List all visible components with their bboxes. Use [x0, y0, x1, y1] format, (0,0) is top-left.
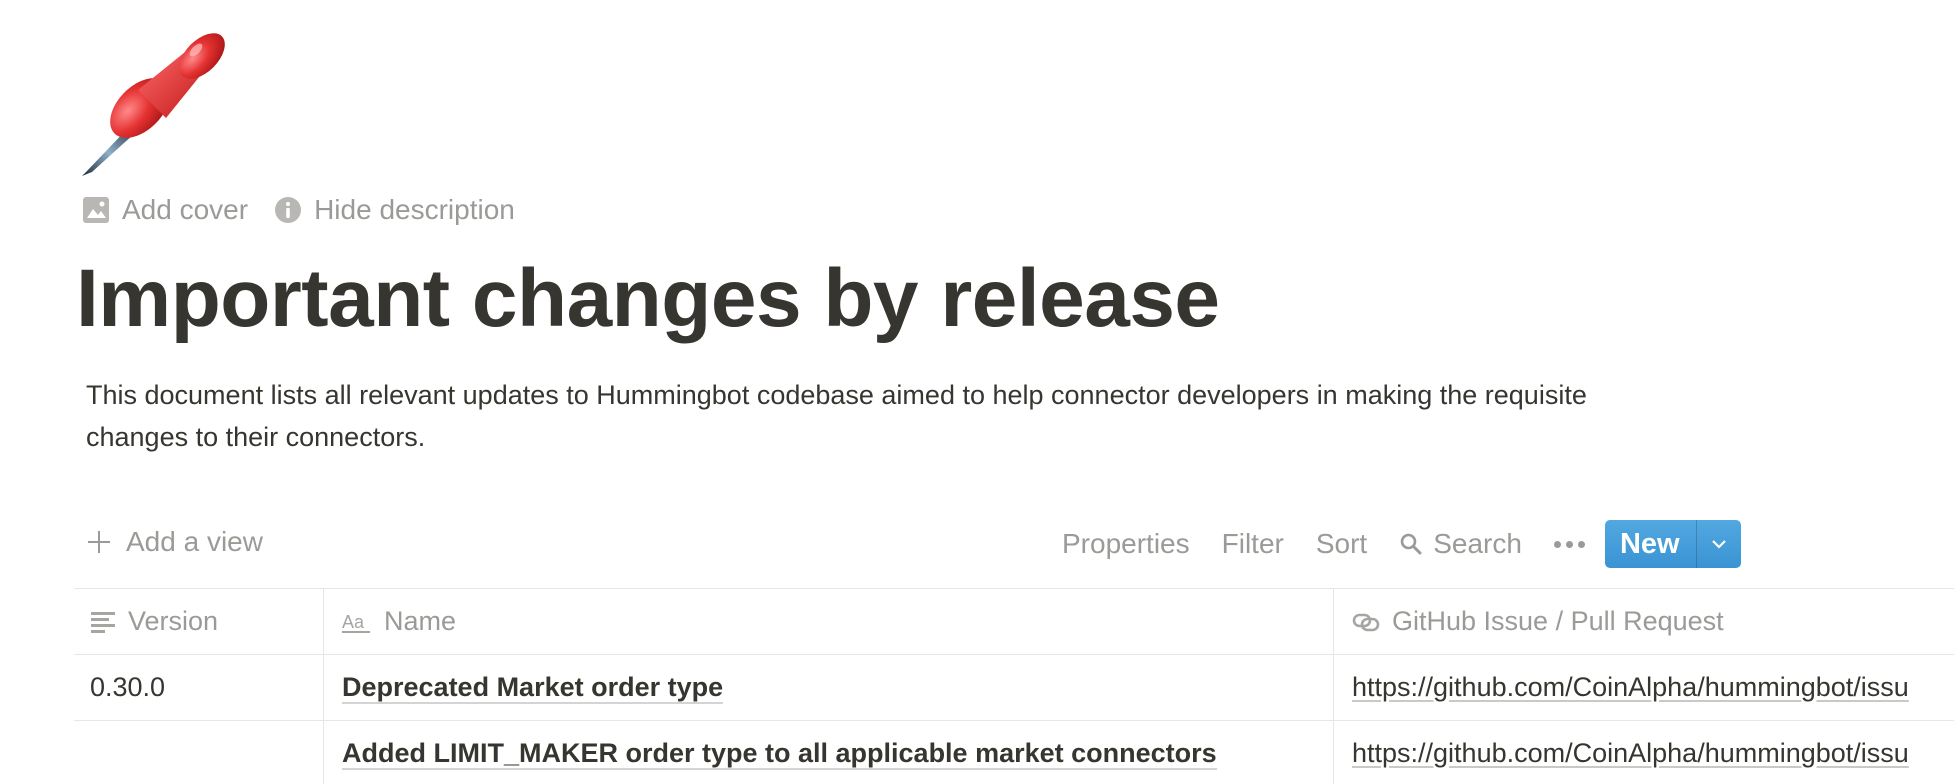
column-header-version[interactable]: Version: [74, 589, 324, 654]
github-url-link[interactable]: https://github.com/CoinAlpha/hummingbot/…: [1352, 738, 1909, 769]
column-label: Version: [128, 606, 219, 636]
name-cell[interactable]: Deprecated Market order type: [324, 655, 1334, 720]
row-title-link[interactable]: Added LIMIT_MAKER order type to all appl…: [342, 738, 1217, 770]
text-lines-icon: [91, 611, 115, 633]
row-title-link[interactable]: Deprecated Market order type: [342, 672, 724, 704]
toolbar-actions: Properties Filter Sort Search New: [1062, 520, 1741, 568]
column-label: GitHub Issue / Pull Request: [1392, 606, 1724, 636]
search-button[interactable]: Search: [1399, 528, 1522, 560]
properties-button[interactable]: Properties: [1062, 528, 1190, 560]
page-controls: Add cover Hide description: [82, 194, 515, 226]
title-aa-icon: Aa: [342, 612, 370, 633]
filter-button[interactable]: Filter: [1222, 528, 1284, 560]
database-toolbar: Add a view Properties Filter Sort Search…: [74, 520, 1954, 568]
search-icon: [1400, 533, 1422, 555]
table-row[interactable]: 0.30.0 Deprecated Market order type http…: [74, 655, 1954, 721]
add-view-button[interactable]: Add a view: [86, 526, 263, 558]
new-button[interactable]: New: [1605, 520, 1697, 568]
github-url-link[interactable]: https://github.com/CoinAlpha/hummingbot/…: [1352, 672, 1909, 703]
version-cell[interactable]: 0.30.0: [74, 655, 324, 720]
chevron-down-icon: [1711, 540, 1726, 549]
column-header-name[interactable]: Aa Name: [324, 589, 1334, 654]
notion-page: Add cover Hide description Important cha…: [0, 0, 1954, 784]
column-label: Name: [384, 606, 457, 636]
hide-description-button[interactable]: Hide description: [274, 194, 515, 226]
database-table: Version Aa Name GitHub Issue / Pull Requ…: [74, 588, 1954, 784]
table-row[interactable]: Added LIMIT_MAKER order type to all appl…: [74, 721, 1954, 784]
name-cell[interactable]: Added LIMIT_MAKER order type to all appl…: [324, 721, 1334, 784]
new-dropdown-button[interactable]: [1697, 520, 1741, 568]
plus-icon: [88, 531, 110, 553]
add-view-label: Add a view: [126, 526, 263, 557]
github-cell[interactable]: https://github.com/CoinAlpha/hummingbot/…: [1334, 655, 1954, 720]
image-icon: [83, 197, 109, 223]
version-cell[interactable]: [74, 721, 324, 784]
search-label: Search: [1433, 528, 1522, 559]
pushpin-icon[interactable]: [78, 20, 238, 180]
add-cover-label: Add cover: [122, 194, 249, 225]
page-description[interactable]: This document lists all relevant updates…: [86, 374, 1646, 458]
column-header-github[interactable]: GitHub Issue / Pull Request: [1334, 589, 1954, 654]
new-button-group: New: [1604, 520, 1741, 568]
hide-description-label: Hide description: [314, 194, 515, 225]
sort-button[interactable]: Sort: [1316, 528, 1367, 560]
add-cover-button[interactable]: Add cover: [82, 194, 248, 226]
table-header-row: Version Aa Name GitHub Issue / Pull Requ…: [74, 589, 1954, 655]
info-icon: [275, 197, 302, 223]
more-options-icon[interactable]: [1553, 540, 1585, 548]
github-cell[interactable]: https://github.com/CoinAlpha/hummingbot/…: [1334, 721, 1954, 784]
svg-text:Aa: Aa: [342, 612, 365, 632]
url-link-icon: [1352, 613, 1380, 631]
page-title[interactable]: Important changes by release: [76, 252, 1220, 346]
